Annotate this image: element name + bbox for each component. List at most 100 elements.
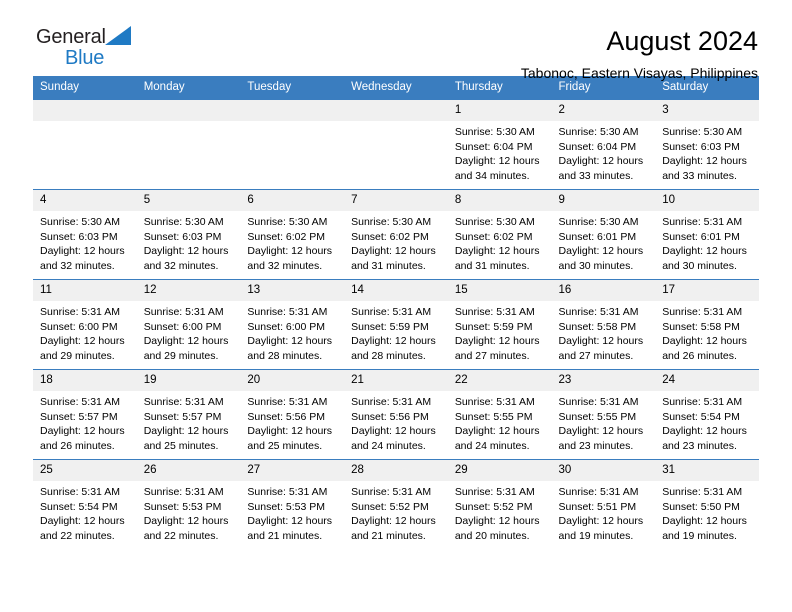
sunset-text: Sunset: 5:53 PM [143, 500, 222, 513]
daylight-text-line2: and 31 minutes. [454, 259, 530, 272]
daylight-text-line2: and 31 minutes. [351, 259, 426, 272]
daylight-text-line2: and 30 minutes. [558, 259, 634, 272]
daylight-text-line1: Daylight: 12 hours [558, 425, 644, 438]
day-number: 22 [447, 370, 552, 391]
daylight-text-line1: Daylight: 12 hours [40, 515, 125, 528]
calendar-day-cell[interactable]: 24 Sunrise: 5:31 AM Sunset: 5:54 PM Dayligh… [655, 369, 759, 460]
calendar-day-cell[interactable]: 20 Sunrise: 5:31 AM Sunset: 5:56 PM Dayligh… [240, 369, 345, 460]
calendar-day-cell[interactable]: 6 Sunrise: 5:30 AM Sunset: 6:02 PM Daylight… [240, 189, 345, 280]
calendar-day-cell[interactable]: 19 Sunrise: 5:31 AM Sunset: 5:57 PM Dayligh… [136, 369, 241, 460]
sunset-text: Sunset: 5:59 PM [351, 320, 429, 333]
calendar-day-cell[interactable]: 22 Sunrise: 5:31 AM Sunset: 5:55 PM Dayligh… [447, 369, 552, 460]
daylight-text-line1: Daylight: 12 hours [40, 425, 125, 438]
calendar-day-cell[interactable]: 25 Sunrise: 5:31 AM Sunset: 5:54 PM Dayligh… [33, 459, 137, 550]
weekday-monday: Monday [136, 76, 241, 100]
calendar-day-cell[interactable]: 5 Sunrise: 5:30 AM Sunset: 6:03 PM Daylight… [136, 189, 241, 280]
calendar-week-row: 18 Sunrise: 5:31 AM Sunset: 5:57 PM Dayligh… [33, 369, 759, 460]
day-number: 1 [447, 100, 552, 121]
day-number: 12 [136, 280, 241, 301]
sunset-text: Sunset: 6:00 PM [143, 320, 222, 333]
calendar-day-cell[interactable]: 4 Sunrise: 5:30 AM Sunset: 6:03 PM Daylight… [33, 189, 137, 280]
calendar-day-cell[interactable]: 14 Sunrise: 5:31 AM Sunset: 5:59 PM Dayligh… [344, 279, 448, 370]
sunrise-text: Sunrise: 5:30 AM [40, 216, 120, 228]
sunrise-text: Sunrise: 5:30 AM [247, 216, 328, 228]
sunrise-text: Sunrise: 5:31 AM [558, 306, 639, 318]
day-details: Sunrise: 5:31 AM Sunset: 5:55 PM Daylight:… [552, 391, 656, 453]
daylight-text-line2: and 24 minutes. [351, 439, 426, 452]
calendar-day-cell[interactable]: 10 Sunrise: 5:31 AM Sunset: 6:01 PM Dayligh… [655, 189, 759, 280]
calendar-week-row: 11 Sunrise: 5:31 AM Sunset: 6:00 PM Dayligh… [33, 279, 759, 370]
day-details: Sunrise: 5:30 AM Sunset: 6:02 PM Daylight:… [344, 211, 448, 273]
calendar-day-cell[interactable]: 11 Sunrise: 5:31 AM Sunset: 6:00 PM Dayligh… [33, 279, 137, 370]
brand-logo[interactable]: General Blue [33, 26, 156, 69]
daylight-text-line2: and 32 minutes. [247, 259, 323, 272]
sunset-text: Sunset: 6:02 PM [351, 230, 429, 243]
day-number: 30 [551, 460, 656, 481]
calendar-day-cell[interactable]: 3 Sunrise: 5:30 AM Sunset: 6:03 PM Daylight… [655, 99, 759, 190]
page-header: General Blue August 2024 Tabonoc, Easter… [33, 0, 759, 81]
daylight-text-line1: Daylight: 12 hours [351, 425, 436, 438]
daylight-text-line2: and 21 minutes. [247, 529, 323, 542]
calendar-day-cell[interactable]: 29 Sunrise: 5:31 AM Sunset: 5:52 PM Dayligh… [447, 459, 552, 550]
day-details: Sunrise: 5:30 AM Sunset: 6:03 PM Daylight:… [655, 121, 759, 183]
daylight-text-line2: and 22 minutes. [143, 529, 219, 542]
calendar-day-cell[interactable]: 27 Sunrise: 5:31 AM Sunset: 5:53 PM Dayligh… [240, 459, 345, 550]
daylight-text-line1: Daylight: 12 hours [662, 425, 747, 438]
calendar-day-cell[interactable]: 21 Sunrise: 5:31 AM Sunset: 5:56 PM Dayligh… [344, 369, 448, 460]
day-details: Sunrise: 5:31 AM Sunset: 6:00 PM Daylight:… [33, 301, 137, 363]
day-number: 11 [33, 280, 137, 301]
sunrise-text: Sunrise: 5:31 AM [247, 396, 328, 408]
calendar-day-cell[interactable]: 26 Sunrise: 5:31 AM Sunset: 5:53 PM Dayligh… [136, 459, 241, 550]
calendar-day-cell[interactable]: 17 Sunrise: 5:31 AM Sunset: 5:58 PM Dayligh… [655, 279, 759, 370]
day-number: 16 [551, 280, 656, 301]
day-details: Sunrise: 5:31 AM Sunset: 5:58 PM Daylight:… [552, 301, 656, 363]
daylight-text-line2: and 26 minutes. [662, 349, 737, 362]
calendar-day-cell[interactable]: 23 Sunrise: 5:31 AM Sunset: 5:55 PM Dayligh… [551, 369, 656, 460]
day-details: Sunrise: 5:31 AM Sunset: 5:57 PM Daylight:… [33, 391, 137, 453]
calendar-day-cell[interactable]: 30 Sunrise: 5:31 AM Sunset: 5:51 PM Dayligh… [551, 459, 656, 550]
daylight-text-line2: and 25 minutes. [247, 439, 323, 452]
day-number: 5 [136, 190, 241, 211]
sunset-text: Sunset: 5:52 PM [454, 500, 533, 513]
daylight-text-line2: and 22 minutes. [40, 529, 115, 542]
day-details: Sunrise: 5:31 AM Sunset: 6:00 PM Daylight:… [240, 301, 344, 363]
daylight-text-line1: Daylight: 12 hours [40, 335, 125, 348]
calendar-day-cell[interactable]: 16 Sunrise: 5:31 AM Sunset: 5:58 PM Dayligh… [551, 279, 656, 370]
calendar-day-cell[interactable]: 8 Sunrise: 5:30 AM Sunset: 6:02 PM Daylight… [447, 189, 552, 280]
calendar-day-cell[interactable]: 1 Sunrise: 5:30 AM Sunset: 6:04 PM Daylight… [447, 99, 552, 190]
daylight-text-line1: Daylight: 12 hours [454, 335, 540, 348]
sunset-text: Sunset: 5:59 PM [454, 320, 533, 333]
calendar-day-cell[interactable]: 31 Sunrise: 5:31 AM Sunset: 5:50 PM Dayligh… [655, 459, 759, 550]
day-details: Sunrise: 5:31 AM Sunset: 5:54 PM Daylight:… [33, 481, 137, 543]
day-details: Sunrise: 5:31 AM Sunset: 5:58 PM Daylight:… [655, 301, 759, 363]
calendar-day-cell[interactable]: 7 Sunrise: 5:30 AM Sunset: 6:02 PM Daylight… [344, 189, 448, 280]
sunrise-text: Sunrise: 5:31 AM [662, 396, 743, 408]
sunrise-text: Sunrise: 5:30 AM [454, 216, 535, 228]
daylight-text-line1: Daylight: 12 hours [247, 425, 333, 438]
title-block: August 2024 Tabonoc, Eastern Visayas, Ph… [521, 26, 759, 83]
day-details: Sunrise: 5:31 AM Sunset: 6:01 PM Daylight:… [655, 211, 759, 273]
sunrise-text: Sunrise: 5:31 AM [662, 486, 743, 498]
calendar-day-cell[interactable]: 28 Sunrise: 5:31 AM Sunset: 5:52 PM Dayligh… [344, 459, 448, 550]
calendar-day-cell[interactable]: 2 Sunrise: 5:30 AM Sunset: 6:04 PM Daylight… [551, 99, 656, 190]
day-number: 21 [344, 370, 448, 391]
sunset-text: Sunset: 5:56 PM [351, 410, 429, 423]
calendar-day-cell-empty [33, 99, 137, 190]
day-details: Sunrise: 5:31 AM Sunset: 5:52 PM Daylight:… [448, 481, 552, 543]
sunrise-text: Sunrise: 5:31 AM [351, 486, 432, 498]
calendar-day-cell-empty [136, 99, 241, 190]
day-details: Sunrise: 5:30 AM Sunset: 6:02 PM Daylight:… [448, 211, 552, 273]
sunset-text: Sunset: 5:55 PM [558, 410, 637, 423]
calendar-day-cell[interactable]: 18 Sunrise: 5:31 AM Sunset: 5:57 PM Dayligh… [33, 369, 137, 460]
daylight-text-line1: Daylight: 12 hours [143, 335, 229, 348]
calendar-day-cell[interactable]: 12 Sunrise: 5:31 AM Sunset: 6:00 PM Dayligh… [136, 279, 241, 370]
calendar-day-cell[interactable]: 15 Sunrise: 5:31 AM Sunset: 5:59 PM Dayligh… [447, 279, 552, 370]
calendar-day-cell[interactable]: 13 Sunrise: 5:31 AM Sunset: 6:00 PM Dayligh… [240, 279, 345, 370]
sunrise-text: Sunrise: 5:30 AM [351, 216, 432, 228]
daylight-text-line1: Daylight: 12 hours [558, 515, 644, 528]
sunrise-text: Sunrise: 5:31 AM [351, 306, 432, 318]
sunset-text: Sunset: 5:58 PM [558, 320, 637, 333]
sunset-text: Sunset: 5:57 PM [143, 410, 222, 423]
sunset-text: Sunset: 5:55 PM [454, 410, 533, 423]
calendar-day-cell[interactable]: 9 Sunrise: 5:30 AM Sunset: 6:01 PM Daylight… [551, 189, 656, 280]
